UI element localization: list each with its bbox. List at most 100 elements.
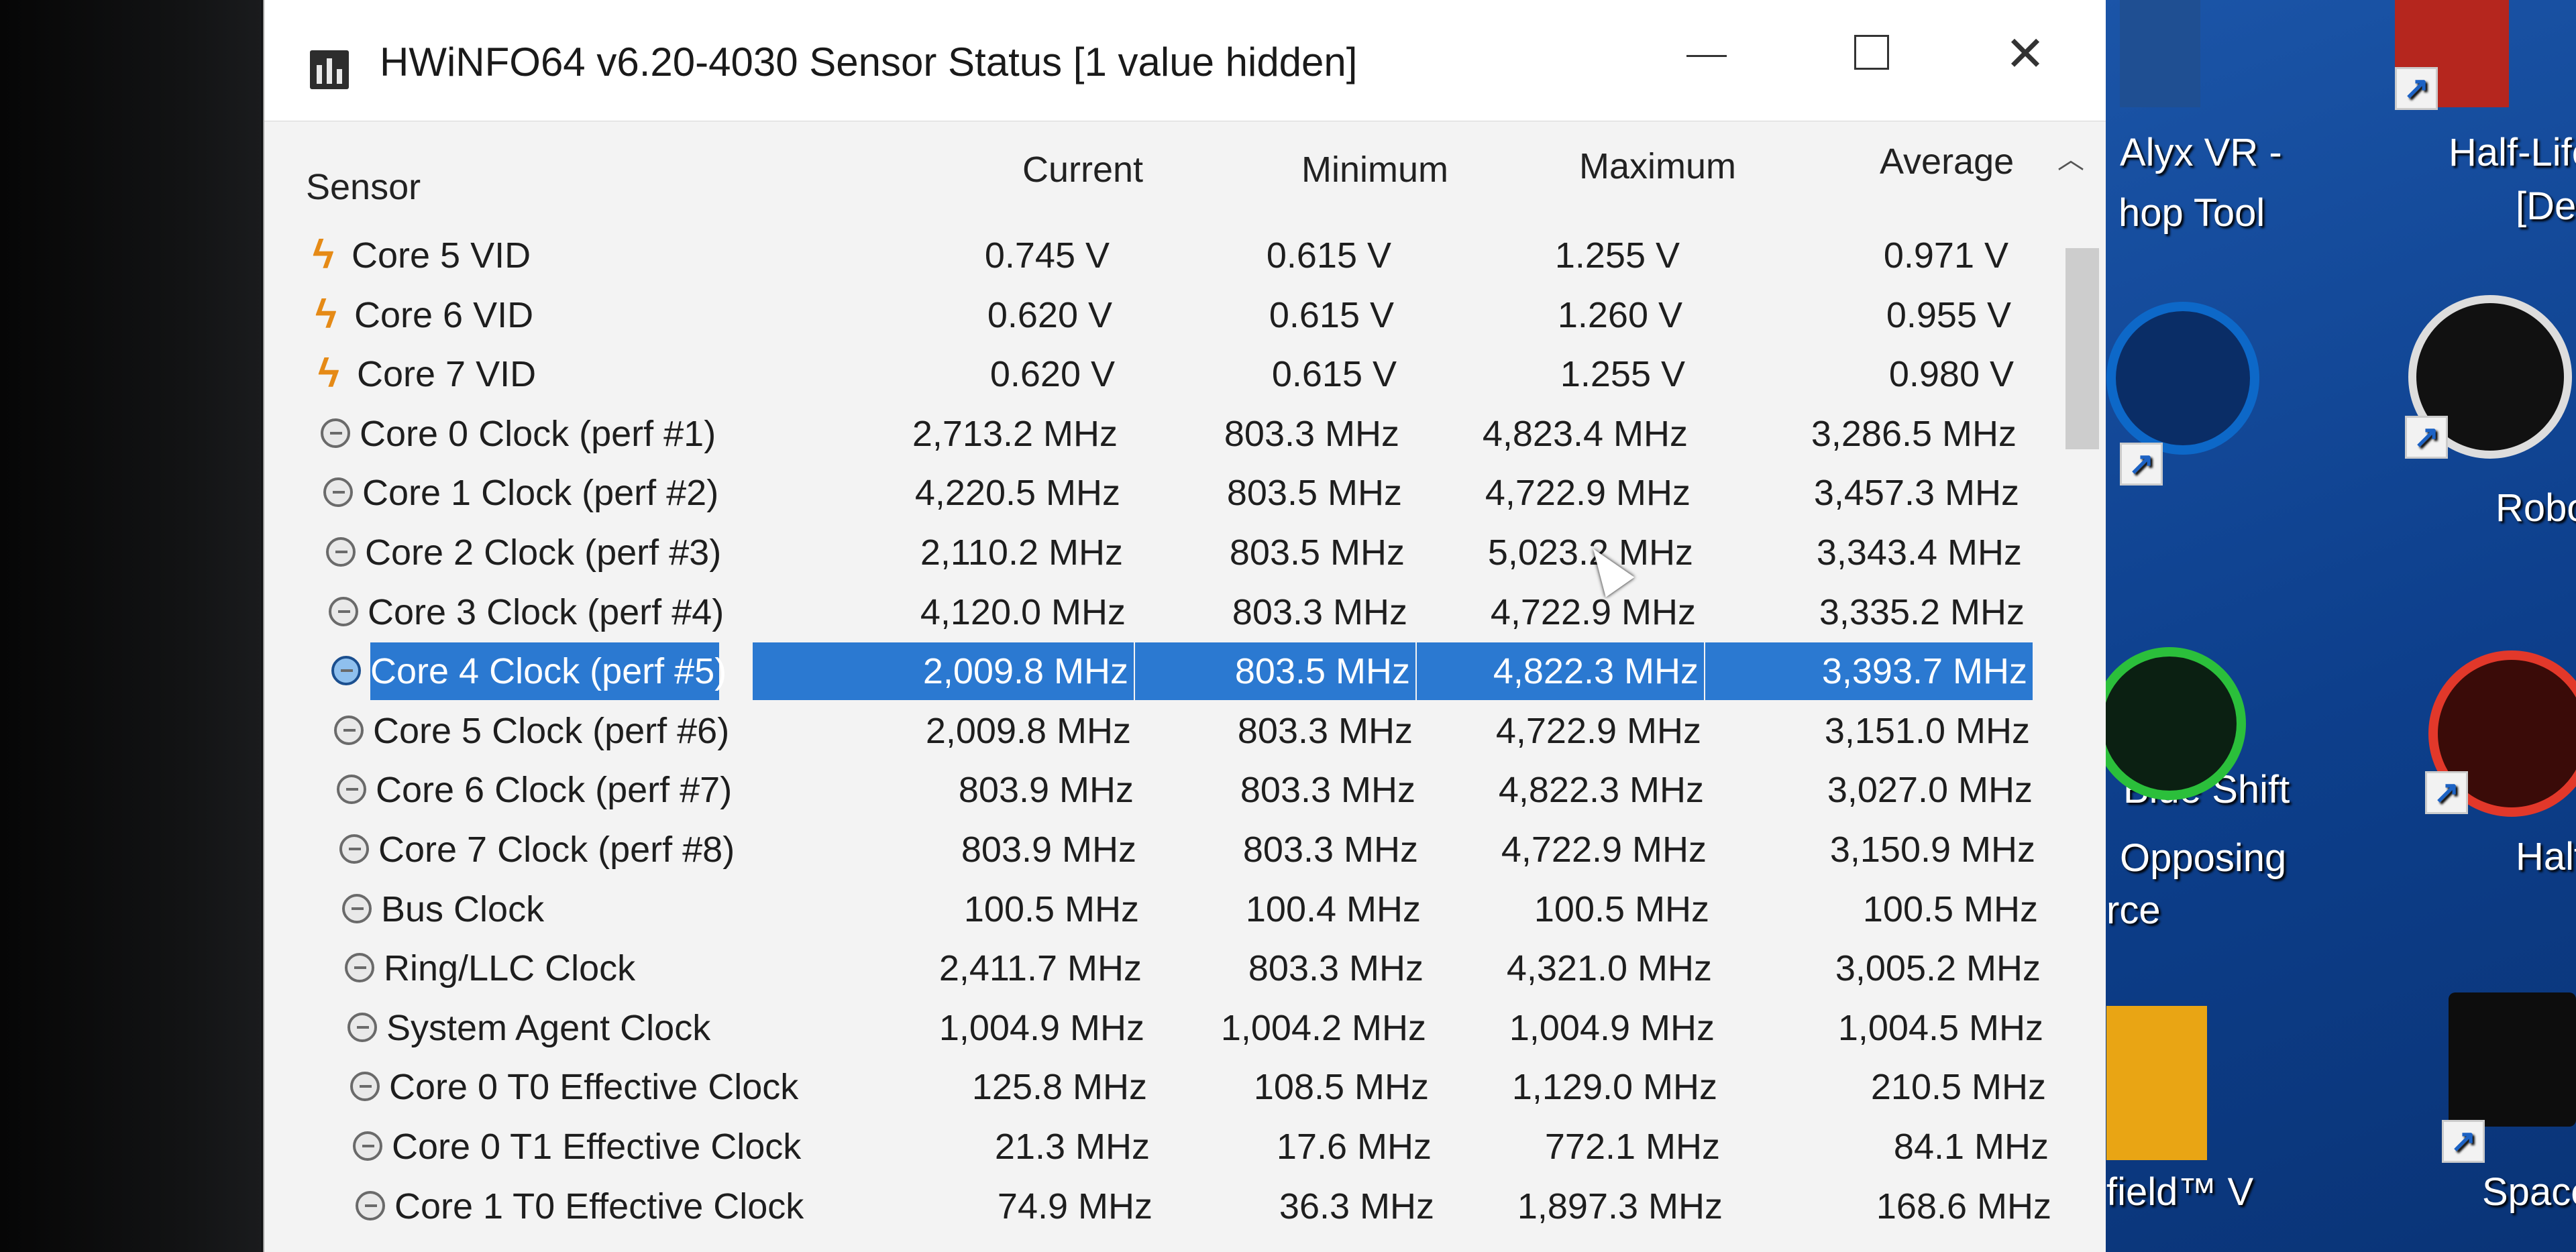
column-header-minimum[interactable]: Minimum xyxy=(1301,149,1448,190)
value-average: 3,005.2 MHz xyxy=(1835,948,2041,989)
value-current: 4,120.0 MHz xyxy=(920,591,1126,632)
table-row[interactable]: Core 4 Clock (perf #5) 2,009.8 MHz 803.5 M… xyxy=(323,642,2033,701)
shortcut-label: Half-Life A xyxy=(2449,131,2576,174)
value-maximum: 4,823.4 MHz xyxy=(1482,413,1688,454)
value-average: 3,335.2 MHz xyxy=(1819,591,2025,632)
clock-icon xyxy=(356,1190,385,1220)
desktop: Alyx VR - hop Tool ↗ Blue Shift Opposing… xyxy=(2080,0,2576,1252)
value-average: 100.5 MHz xyxy=(1862,889,2038,929)
value-average: 84.1 MHz xyxy=(1893,1127,2049,1167)
sensor-name: Core 6 Clock (perf #7) xyxy=(376,770,733,811)
column-header-average[interactable]: Average xyxy=(1880,141,2014,182)
table-row[interactable]: Core 0 Clock (perf #1) 2,713.2 MHz 803.3 M… xyxy=(313,405,2017,463)
value-minimum: 803.3 MHz xyxy=(1237,710,1413,751)
shortcut-arrow-icon: ↗ xyxy=(2120,443,2163,486)
desktop-shortcut-space-pirate[interactable]: ↗ Space Pirate xyxy=(2314,992,2576,1247)
value-current: 2,110.2 MHz xyxy=(920,532,1123,573)
column-header-sensor[interactable]: Sensor xyxy=(306,166,421,208)
value-maximum: 4,321.0 MHz xyxy=(1506,948,1712,989)
value-current: 0.620 V xyxy=(987,294,1112,335)
sensor-name: Core 7 Clock (perf #8) xyxy=(378,830,735,870)
space-pirate-icon xyxy=(2449,992,2576,1127)
clock-icon xyxy=(342,893,372,923)
value-minimum: 108.5 MHz xyxy=(1253,1067,1429,1108)
value-minimum: 1,004.2 MHz xyxy=(1220,1007,1426,1048)
shortcut-label: [Deuts xyxy=(2516,184,2576,228)
sensor-name: Core 5 VID xyxy=(352,235,531,276)
table-row[interactable]: Ring/LLC Clock 2,411.7 MHz 803.3 MHz 4,321.… xyxy=(337,940,2041,997)
value-average: 3,150.9 MHz xyxy=(1829,830,2035,870)
value-average: 3,457.3 MHz xyxy=(1813,473,2019,514)
value-maximum: 4,722.9 MHz xyxy=(1501,830,1707,870)
battlefield-icon xyxy=(2106,1006,2207,1160)
table-row[interactable]: ϟ Core 7 VID 0.620 V 0.615 V 1.255 V 0.980 V xyxy=(310,345,2014,403)
value-maximum: 772.1 MHz xyxy=(1544,1127,1720,1167)
value-average: 3,343.4 MHz xyxy=(1816,532,2022,573)
value-minimum: 803.3 MHz xyxy=(1248,948,1424,989)
sensor-name: System Agent Clock xyxy=(386,1007,711,1048)
value-minimum: 36.3 MHz xyxy=(1279,1186,1434,1227)
value-minimum: 803.3 MHz xyxy=(1240,770,1415,811)
clock-icon xyxy=(323,477,353,508)
shortcut-label: Robo Re xyxy=(2496,486,2576,530)
table-row[interactable]: Core 1 Clock (perf #2) 4,220.5 MHz 803.5 M… xyxy=(315,464,2019,522)
value-minimum: 803.3 MHz xyxy=(1232,591,1407,632)
sensor-name: Bus Clock xyxy=(381,889,545,929)
value-average: 210.5 MHz xyxy=(1870,1067,2046,1108)
alyx-tool-icon xyxy=(2120,0,2200,107)
monitor-bezel xyxy=(0,0,262,1252)
value-current: 2,713.2 MHz xyxy=(912,413,1118,454)
value-current: 125.8 MHz xyxy=(971,1067,1147,1108)
shortcut-arrow-icon: ↗ xyxy=(2442,1120,2485,1163)
table-row[interactable]: Bus Clock 100.5 MHz 100.4 MHz 100.5 MHz 100.… xyxy=(334,880,2038,938)
value-minimum: 0.615 V xyxy=(1266,235,1391,276)
value-maximum: 4,822.3 MHz xyxy=(1417,642,1704,701)
voltage-icon: ϟ xyxy=(313,232,334,277)
shortcut-label: Alyx VR - xyxy=(2120,131,2282,174)
value-current: 2,411.7 MHz xyxy=(938,948,1142,989)
clock-icon xyxy=(345,953,374,983)
table-row[interactable]: Core 7 Clock (perf #8) 803.9 MHz 803.3 MHz… xyxy=(331,821,2035,878)
clock-icon xyxy=(326,537,356,567)
shortcut-label: rce xyxy=(2106,889,2161,932)
value-average: 3,027.0 MHz xyxy=(1827,770,2033,811)
table-row[interactable]: ϟ Core 6 VID 0.620 V 0.615 V 1.260 V 0.955 V xyxy=(307,286,2011,344)
desktop-shortcut-robo-recall[interactable]: ↗ Robo Re xyxy=(2314,282,2576,536)
sensor-status-window: HWiNFO64 v6.20-4030 Sensor Status [1 val… xyxy=(263,0,2106,1252)
table-row[interactable]: Core 6 Clock (perf #7) 803.9 MHz 803.3 MHz… xyxy=(329,761,2033,819)
sensor-name: Core 0 T1 Effective Clock xyxy=(392,1127,802,1167)
sensor-name: Core 7 VID xyxy=(357,354,537,395)
value-current: 2,009.8 MHz xyxy=(925,710,1131,751)
column-header-current[interactable]: Current xyxy=(1022,149,1143,190)
shortcut-label: Space Pirate xyxy=(2482,1170,2576,1214)
value-maximum: 100.5 MHz xyxy=(1534,889,1709,929)
table-row[interactable]: ϟ Core 5 VID 0.745 V 0.615 V 1.255 V 0.971 V xyxy=(305,227,2008,284)
voltage-icon: ϟ xyxy=(315,291,337,337)
clock-icon xyxy=(353,1131,382,1161)
value-maximum: 1,897.3 MHz xyxy=(1517,1186,1723,1227)
value-maximum: 5,023.2 MHz xyxy=(1487,532,1693,573)
value-minimum: 0.615 V xyxy=(1271,354,1397,395)
sensor-name: Core 1 T0 Effective Clock xyxy=(394,1186,804,1227)
desktop-shortcut-half-life-alyx[interactable]: ↗ Half-Life A [Deuts xyxy=(2314,0,2576,241)
value-average: 3,151.0 MHz xyxy=(1824,710,2030,751)
table-row[interactable]: Core 0 T0 Effective Clock 125.8 MHz 108.5 … xyxy=(342,1058,2046,1116)
half-life-lambda-icon xyxy=(2106,302,2259,455)
table-row[interactable]: Core 0 T1 Effective Clock 21.3 MHz 17.6 MH… xyxy=(345,1118,2049,1176)
table-row[interactable]: Core 3 Clock (perf #4) 4,120.0 MHz 803.3 M… xyxy=(321,583,2025,641)
vertical-scrollbar-thumb[interactable] xyxy=(2065,248,2099,449)
table-row[interactable]: System Agent Clock 1,004.9 MHz 1,004.2 MHz… xyxy=(339,999,2043,1057)
desktop-shortcut-half-life[interactable]: ↗ Half-Li xyxy=(2314,644,2576,966)
table-row[interactable]: Core 2 Clock (perf #3) 2,110.2 MHz 803.5 M… xyxy=(318,524,2022,581)
table-row[interactable]: Core 1 T0 Effective Clock 74.9 MHz 36.3 MH… xyxy=(347,1178,2051,1235)
table-row[interactable]: Core 5 Clock (perf #6) 2,009.8 MHz 803.3 M… xyxy=(326,702,2030,760)
sensor-name: Core 4 Clock (perf #5) xyxy=(370,642,727,701)
value-current: 100.5 MHz xyxy=(963,889,1139,929)
value-current: 0.620 V xyxy=(989,354,1115,395)
value-maximum: 4,722.9 MHz xyxy=(1485,473,1690,514)
sensor-name: Core 0 Clock (perf #1) xyxy=(360,413,716,454)
value-current: 803.9 MHz xyxy=(961,830,1136,870)
clock-icon xyxy=(331,656,361,686)
column-header-maximum[interactable]: Maximum xyxy=(1579,146,1736,187)
value-current: 4,220.5 MHz xyxy=(914,473,1120,514)
